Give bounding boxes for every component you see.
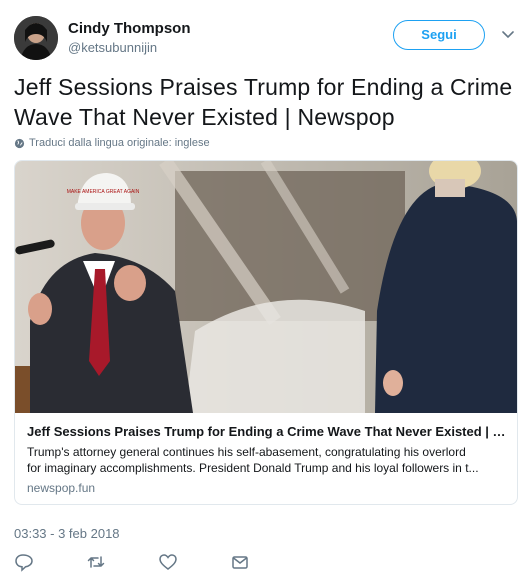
user-handle[interactable]: @ketsubunnijin: [68, 40, 157, 55]
tweet-header: Cindy Thompson @ketsubunnijin Segui: [14, 16, 518, 62]
card-title[interactable]: Jeff Sessions Praises Trump for Ending a…: [27, 424, 507, 439]
globe-icon: [14, 138, 25, 148]
avatar[interactable]: [14, 16, 58, 60]
card-description-line: Trump's attorney general continues his s…: [27, 445, 466, 459]
card-image[interactable]: MAKE AMERICA GREAT AGAIN: [15, 161, 517, 413]
chevron-down-icon[interactable]: [500, 26, 516, 42]
message-icon[interactable]: [230, 552, 250, 572]
tweet-text: Jeff Sessions Praises Trump for Ending a…: [14, 74, 513, 130]
hat-text: MAKE AMERICA GREAT AGAIN: [67, 189, 140, 195]
card-domain[interactable]: newspop.fun: [27, 481, 95, 495]
link-card[interactable]: MAKE AMERICA GREAT AGAIN Jeff Sessions P…: [14, 160, 518, 505]
follow-button[interactable]: Segui: [393, 20, 485, 50]
like-icon[interactable]: [158, 552, 178, 572]
translate-label[interactable]: Traduci dalla lingua originale: inglese: [29, 137, 210, 149]
card-description: Trump's attorney general continues his s…: [27, 444, 507, 476]
user-name[interactable]: Cindy Thompson: [68, 20, 191, 37]
tweet-actions: [14, 552, 314, 574]
card-description-line: for imaginary accomplishments. President…: [27, 461, 479, 475]
translate-link[interactable]: Traduci dalla lingua originale: inglese: [14, 137, 210, 149]
tweet-timestamp[interactable]: 03:33 - 3 feb 2018: [14, 526, 120, 541]
reply-icon[interactable]: [14, 552, 34, 572]
retweet-icon[interactable]: [86, 552, 106, 572]
card-body[interactable]: Jeff Sessions Praises Trump for Ending a…: [15, 413, 517, 504]
